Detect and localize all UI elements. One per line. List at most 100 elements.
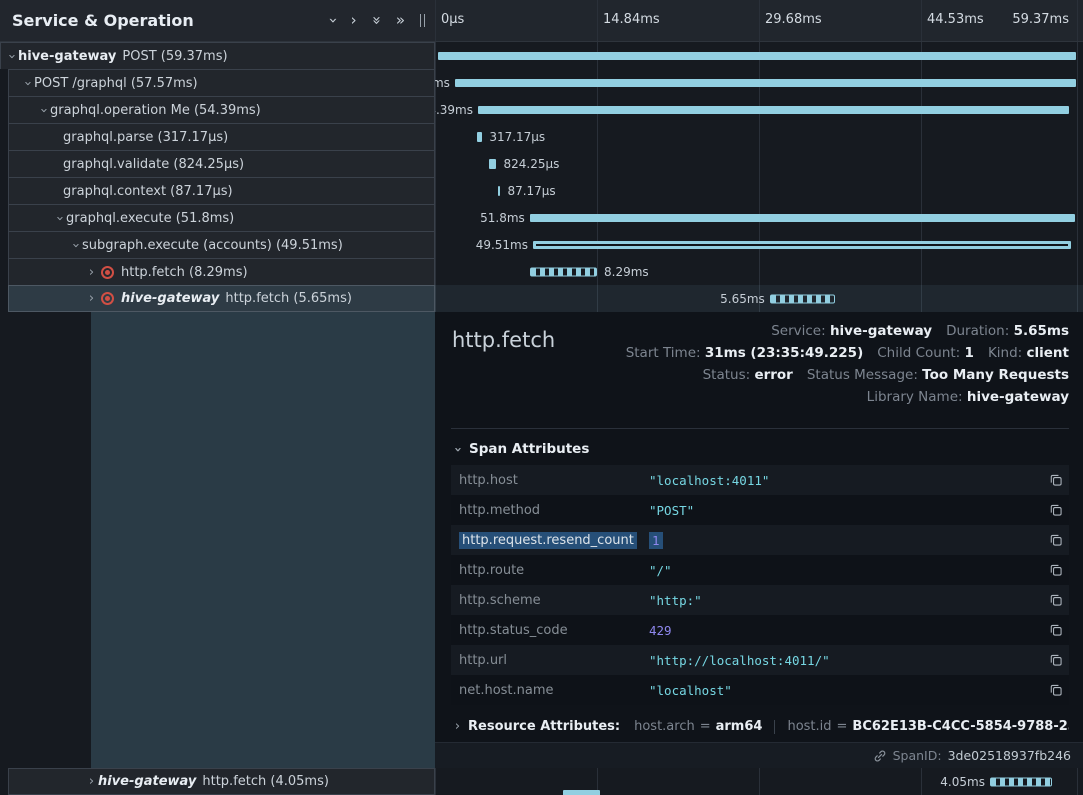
meta-label: Service: xyxy=(771,323,830,339)
chevron-down-icon[interactable]: › xyxy=(325,18,340,24)
attribute-row: http.status_code429 xyxy=(451,615,1069,645)
duration-label: 57.57ms xyxy=(435,76,450,90)
attribute-row: http.request.resend_count1 xyxy=(451,525,1069,555)
span-label: http.fetch (4.05ms) xyxy=(202,774,329,789)
chevron-right-icon[interactable]: › xyxy=(85,775,98,788)
duration-bar[interactable] xyxy=(477,132,482,142)
expand-all-icon[interactable]: » xyxy=(396,13,405,28)
tree-item-post-graphql[interactable]: ›POST /graphql (57.57ms) xyxy=(8,69,435,96)
span-label: graphql.operation Me (54.39ms) xyxy=(50,103,261,118)
duration-bar[interactable] xyxy=(530,267,597,276)
duration-bar[interactable] xyxy=(530,214,1075,222)
span-row: ›hive-gateway POST (59.37ms) xyxy=(0,42,1083,69)
gridline xyxy=(1077,768,1078,795)
timeline-cell xyxy=(435,42,1083,69)
attribute-value: "http://localhost:4011/" xyxy=(649,653,1039,668)
duration-bar[interactable] xyxy=(498,186,500,196)
copy-icon[interactable] xyxy=(1049,533,1063,547)
tree-item-http-fetch-8-29[interactable]: ›http.fetch (8.29ms) xyxy=(8,258,435,285)
time-tick-label: 0µs xyxy=(441,12,464,27)
resource-attr-value: arm64 xyxy=(716,719,763,734)
attribute-value: "/" xyxy=(649,563,1039,578)
timeline-cell: 49.51ms xyxy=(435,231,1083,258)
duration-bar[interactable] xyxy=(438,52,1075,60)
panel-resize-handle[interactable] xyxy=(420,14,425,27)
span-title: http.fetch xyxy=(452,328,555,352)
chevron-right-icon[interactable]: › xyxy=(85,292,98,305)
meta-value: Too Many Requests xyxy=(922,367,1069,383)
meta-label: Kind: xyxy=(988,345,1027,361)
timeline-track: 5.65ms xyxy=(437,285,1077,312)
duration-label: 49.51ms xyxy=(476,238,528,252)
tree-item-hive-gateway-post[interactable]: ›hive-gateway POST (59.37ms) xyxy=(0,42,435,69)
copy-icon[interactable] xyxy=(1049,503,1063,517)
meta-label: Status: xyxy=(703,367,755,383)
duration-bar[interactable] xyxy=(990,777,1052,786)
gridline xyxy=(435,768,436,795)
chevron-down-icon: › xyxy=(451,443,464,456)
duration-bar[interactable] xyxy=(478,106,1069,114)
duration-bar[interactable] xyxy=(455,79,1076,87)
attribute-name: http.request.resend_count xyxy=(459,532,637,549)
collapse-all-icon[interactable]: » xyxy=(369,16,384,25)
chevron-down-icon[interactable]: › xyxy=(21,77,34,90)
timeline-cell: 8.29ms xyxy=(435,258,1083,285)
time-axis: 0µs14.84ms29.68ms44.53ms59.37ms xyxy=(435,0,1083,42)
meta-line: Start Time: 31ms (23:35:49.225)Child Cou… xyxy=(626,342,1069,364)
tree-item-http-fetch-4-05[interactable]: ›hive-gatewayhttp.fetch (4.05ms) xyxy=(8,768,435,795)
span-row: graphql.validate (824.25µs) 824.25µs xyxy=(0,150,1083,177)
tree-item-graphql-execute[interactable]: ›graphql.execute (51.8ms) xyxy=(8,204,435,231)
chevron-down-icon[interactable]: › xyxy=(37,104,50,117)
duration-label: 54.39ms xyxy=(435,103,473,117)
duration-bar[interactable] xyxy=(489,159,496,169)
link-icon[interactable] xyxy=(873,749,887,763)
timeline-cell: 54.39ms xyxy=(435,96,1083,123)
meta-label: Library Name: xyxy=(867,389,967,405)
copy-icon[interactable] xyxy=(1049,593,1063,607)
copy-icon[interactable] xyxy=(1049,473,1063,487)
partial-next-bar xyxy=(563,790,600,795)
duration-bar[interactable] xyxy=(770,294,835,303)
chevron-down-icon[interactable]: › xyxy=(5,50,18,63)
time-tick-label: 44.53ms xyxy=(927,12,984,27)
resource-attributes-row[interactable]: › Resource Attributes: host.arch=arm64ho… xyxy=(451,719,1069,734)
copy-icon[interactable] xyxy=(1049,563,1063,577)
gridline xyxy=(435,0,436,41)
tree-item-graphql-validate[interactable]: graphql.validate (824.25µs) xyxy=(8,150,435,177)
timeline-cell: 51.8ms xyxy=(435,204,1083,231)
attribute-row: http.route"/" xyxy=(451,555,1069,585)
service-operation-header: Service & Operation › › » » xyxy=(0,0,435,42)
timeline-track: 87.17µs xyxy=(437,177,1077,204)
chevron-right-icon[interactable]: › xyxy=(351,13,357,28)
duration-label: 824.25µs xyxy=(503,157,559,171)
chevron-down-icon[interactable]: › xyxy=(53,212,66,225)
duration-bar[interactable] xyxy=(533,241,1071,249)
copy-icon[interactable] xyxy=(1049,683,1063,697)
time-tick-label: 29.68ms xyxy=(765,12,822,27)
attribute-name: net.host.name xyxy=(459,683,554,698)
service-name: hive-gateway xyxy=(18,49,116,64)
copy-icon[interactable] xyxy=(1049,653,1063,667)
meta-value: 1 xyxy=(965,345,974,361)
span-row: ›graphql.operation Me (54.39ms)54.39ms xyxy=(0,96,1083,123)
attribute-value: "localhost:4011" xyxy=(649,473,1039,488)
duration-label: 51.8ms xyxy=(480,211,525,225)
span-attributes-header[interactable]: › Span Attributes xyxy=(451,441,1083,457)
attribute-name: http.host xyxy=(459,473,518,488)
tree-item-subgraph-execute-accounts[interactable]: ›subgraph.execute (accounts) (49.51ms) xyxy=(8,231,435,258)
attribute-row: net.host.name"localhost" xyxy=(451,675,1069,705)
chevron-right-icon[interactable]: › xyxy=(85,266,98,279)
attribute-value: "POST" xyxy=(649,503,1039,518)
timeline-track: 8.29ms xyxy=(437,258,1077,285)
span-label: POST (59.37ms) xyxy=(122,49,227,64)
tree-item-graphql-parse[interactable]: graphql.parse (317.17µs) xyxy=(8,123,435,150)
copy-icon[interactable] xyxy=(1049,623,1063,637)
duration-label: 87.17µs xyxy=(507,184,555,198)
meta-value: client xyxy=(1027,345,1069,361)
chevron-down-icon[interactable]: › xyxy=(69,239,82,252)
service-name: hive-gateway xyxy=(121,291,219,306)
tree-item-http-fetch-5-65[interactable]: ›hive-gatewayhttp.fetch (5.65ms) xyxy=(8,285,435,312)
span-row: ›POST /graphql (57.57ms)57.57ms xyxy=(0,69,1083,96)
tree-item-graphql-operation-me[interactable]: ›graphql.operation Me (54.39ms) xyxy=(8,96,435,123)
tree-item-graphql-context[interactable]: graphql.context (87.17µs) xyxy=(8,177,435,204)
